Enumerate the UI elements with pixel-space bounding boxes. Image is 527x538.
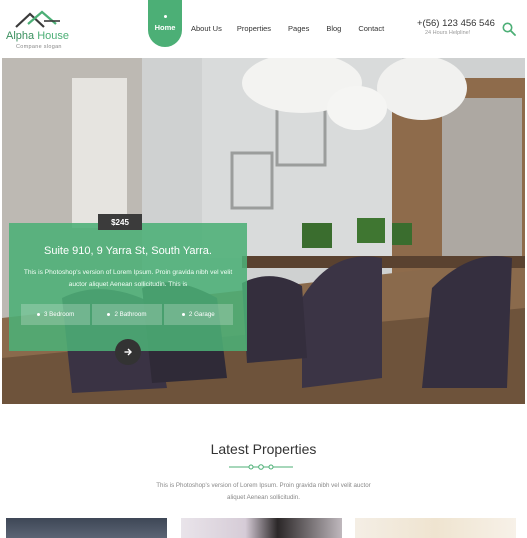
section-divider <box>229 464 293 470</box>
nav-item-properties[interactable]: Properties <box>237 0 271 57</box>
bullet-icon <box>37 313 41 316</box>
feature-label: 3 Bedroom <box>44 311 75 318</box>
feature-label: 2 Bathroom <box>114 311 147 318</box>
nav-item-home[interactable]: Home <box>148 0 182 47</box>
nav-item-pages[interactable]: Pages <box>288 0 309 57</box>
main-nav: Home About Us Properties Pages Blog Cont… <box>148 0 384 57</box>
feature-bedrooms: 3 Bedroom <box>21 304 91 325</box>
site-header: Alpha House Compane slogan Home About Us… <box>0 0 527 57</box>
property-description: This is Photoshop's version of Lorem Ips… <box>23 269 233 288</box>
house-roof-logo-icon <box>15 10 60 28</box>
nav-item-label: Home <box>154 23 176 32</box>
section-title: Latest Properties <box>210 441 317 457</box>
property-title[interactable]: Suite 910, 9 Yarra St, South Yarra. <box>9 245 247 257</box>
helpline-text: 24 Hours Helpline! <box>425 30 471 36</box>
brand-name-part1: Alpha <box>6 30 35 42</box>
property-thumbnail[interactable] <box>6 518 167 538</box>
chevron-right-icon <box>124 348 132 356</box>
nav-item-label: Pages <box>288 24 310 33</box>
nav-item-label: Properties <box>236 24 272 33</box>
price-tag: $245 <box>98 214 142 230</box>
brand-name: Alpha House <box>6 30 69 42</box>
nav-item-label: About Us <box>191 24 222 33</box>
bullet-icon <box>107 313 111 316</box>
nav-item-label: Contact <box>358 24 385 33</box>
brand-slogan: Compane slogan <box>16 44 62 50</box>
nav-item-blog[interactable]: Blog <box>326 0 341 57</box>
hero-slider: $245 Suite 910, 9 Yarra St, South Yarra.… <box>2 58 525 404</box>
brand-logo[interactable]: Alpha House Compane slogan <box>6 9 86 50</box>
nav-item-label: Blog <box>326 24 342 33</box>
property-card: Suite 910, 9 Yarra St, South Yarra. This… <box>9 223 247 351</box>
property-features: 3 Bedroom 2 Bathroom 2 Garage <box>21 304 233 325</box>
brand-name-part2: House <box>34 30 69 42</box>
section-description: This is Photoshop's version of Lorem Ips… <box>156 482 371 501</box>
bullet-icon <box>181 313 185 316</box>
active-dot <box>163 15 167 18</box>
property-thumbnail[interactable] <box>355 518 516 538</box>
property-thumbnail[interactable] <box>181 518 342 538</box>
nav-item-about-us[interactable]: About Us <box>191 0 222 57</box>
phone-number[interactable]: +(56) 123 456 546 <box>417 18 495 29</box>
search-icon[interactable] <box>502 22 516 36</box>
feature-label: 2 Garage <box>188 311 215 318</box>
feature-bathrooms: 2 Bathroom <box>92 304 162 325</box>
feature-garage: 2 Garage <box>163 304 233 325</box>
next-slide-button[interactable] <box>115 339 141 365</box>
nav-item-contact[interactable]: Contact <box>358 0 384 57</box>
